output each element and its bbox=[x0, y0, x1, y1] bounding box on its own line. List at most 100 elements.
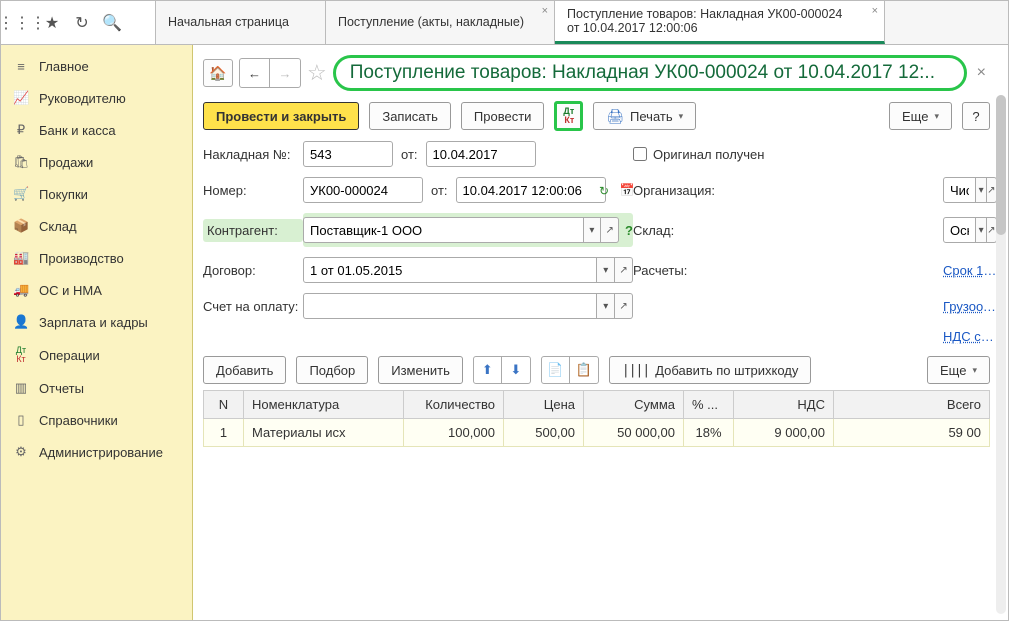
tab-receipts[interactable]: Поступление (акты, накладные) × bbox=[326, 1, 555, 44]
col-qty[interactable]: Количество bbox=[404, 391, 504, 419]
chevron-down-icon[interactable]: ▾ bbox=[976, 177, 986, 203]
add-by-barcode-button[interactable]: ||||Добавить по штрихкоду bbox=[609, 356, 812, 384]
col-item[interactable]: Номенклатура bbox=[244, 391, 404, 419]
dtkt-icon: ДтКт bbox=[13, 346, 29, 364]
consignor-link[interactable]: Грузоотправитель и грузополучате... bbox=[943, 299, 997, 314]
settlements-label: Расчеты: bbox=[633, 263, 853, 278]
chevron-down-icon[interactable]: ▾ bbox=[597, 293, 615, 319]
chevron-down-icon: ▾ bbox=[934, 111, 939, 122]
org-input[interactable] bbox=[943, 177, 976, 203]
content: 🏠 ← → ☆ Поступление товаров: Накладная У… bbox=[193, 45, 1008, 620]
book-icon: ▯ bbox=[13, 412, 29, 428]
sidebar-item-catalogs[interactable]: ▯Справочники bbox=[1, 404, 192, 436]
ruble-icon: ₽ bbox=[13, 122, 29, 138]
sidebar-item-label: Продажи bbox=[39, 155, 93, 170]
refresh-icon[interactable]: ↻ bbox=[599, 184, 609, 198]
forward-button[interactable]: → bbox=[270, 59, 300, 87]
tab-strip: Начальная страница Поступление (акты, на… bbox=[156, 1, 1008, 44]
tab-current[interactable]: Поступление товаров: Накладная УК00-0000… bbox=[555, 1, 885, 44]
number-input[interactable] bbox=[303, 177, 423, 203]
more-button[interactable]: Еще ▾ bbox=[889, 102, 952, 130]
add-button[interactable]: Добавить bbox=[203, 356, 286, 384]
open-icon[interactable]: ↗ bbox=[615, 293, 633, 319]
vat-link[interactable]: НДС сверху bbox=[943, 329, 997, 344]
chevron-down-icon[interactable]: ▾ bbox=[976, 217, 986, 243]
edit-button[interactable]: Изменить bbox=[378, 356, 463, 384]
print-button[interactable]: 🖨 Печать ▾ bbox=[593, 102, 696, 130]
star-icon[interactable]: ★ bbox=[41, 12, 63, 34]
help-button[interactable]: ? bbox=[962, 102, 990, 130]
sidebar-item-label: Операции bbox=[39, 348, 100, 363]
sidebar-item-assets[interactable]: 🚚ОС и НМА bbox=[1, 274, 192, 306]
table-more-button[interactable]: Еще ▾ bbox=[927, 356, 990, 384]
tab-label: Начальная страница bbox=[168, 15, 295, 30]
invoice-no-input[interactable] bbox=[303, 141, 393, 167]
sidebar-item-sales[interactable]: 🛍Продажи bbox=[1, 146, 192, 178]
copy-paste: 📄 📋 bbox=[541, 356, 599, 384]
move-down-button[interactable]: ⬇ bbox=[502, 357, 530, 383]
pick-button[interactable]: Подбор bbox=[296, 356, 368, 384]
col-vat[interactable]: НДС bbox=[734, 391, 834, 419]
history-icon[interactable]: ↻ bbox=[71, 12, 93, 34]
sidebar-item-operations[interactable]: ДтКт Операции bbox=[1, 338, 192, 372]
original-received-checkbox[interactable] bbox=[633, 147, 647, 161]
table-row[interactable]: 1 Материалы исх 100,000 500,00 50 000,00… bbox=[204, 419, 990, 447]
move-up-down: ⬆ ⬇ bbox=[473, 356, 531, 384]
menu-icon: ≡ bbox=[13, 59, 29, 74]
truck-icon: 🚚 bbox=[13, 282, 29, 298]
chevron-down-icon[interactable]: ▾ bbox=[584, 217, 602, 243]
sidebar-item-main[interactable]: ≡Главное bbox=[1, 51, 192, 82]
counterparty-input[interactable] bbox=[303, 217, 584, 243]
warehouse-input[interactable] bbox=[943, 217, 976, 243]
sidebar-item-reports[interactable]: ▥Отчеты bbox=[1, 372, 192, 404]
top-bar: ⋮⋮⋮ ★ ↻ 🔍 Начальная страница Поступление… bbox=[1, 1, 1008, 45]
search-icon[interactable]: 🔍 bbox=[101, 12, 123, 34]
chevron-down-icon[interactable]: ▾ bbox=[597, 257, 615, 283]
help-icon[interactable]: ? bbox=[625, 223, 633, 238]
sidebar: ≡Главное 📈Руководителю ₽ Банк и касса 🛍Пр… bbox=[1, 45, 193, 620]
top-icon-bar: ⋮⋮⋮ ★ ↻ 🔍 bbox=[1, 1, 156, 44]
scrollbar-thumb[interactable] bbox=[996, 95, 1006, 235]
apps-icon[interactable]: ⋮⋮⋮ bbox=[11, 12, 33, 34]
scrollbar[interactable] bbox=[996, 95, 1006, 614]
tab-label-line2: от 10.04.2017 12:00:06 bbox=[567, 21, 854, 35]
sidebar-item-manager[interactable]: 📈Руководителю bbox=[1, 82, 192, 114]
invoice-for-input[interactable] bbox=[303, 293, 597, 319]
close-icon[interactable]: × bbox=[872, 5, 878, 17]
col-n[interactable]: N bbox=[204, 391, 244, 419]
col-sum[interactable]: Сумма bbox=[584, 391, 684, 419]
post-button[interactable]: Провести bbox=[461, 102, 545, 130]
sidebar-item-bank[interactable]: ₽ Банк и касса bbox=[1, 114, 192, 146]
col-price[interactable]: Цена bbox=[504, 391, 584, 419]
move-up-button[interactable]: ⬆ bbox=[474, 357, 502, 383]
back-button[interactable]: ← bbox=[240, 59, 270, 87]
paste-button[interactable]: 📋 bbox=[570, 357, 598, 383]
number-date-input[interactable] bbox=[456, 177, 606, 203]
settlements-link[interactable]: Срок 10.04.2017, 60.01, 60.02, зач... bbox=[943, 263, 997, 278]
contract-input[interactable] bbox=[303, 257, 597, 283]
close-icon[interactable]: × bbox=[973, 64, 990, 82]
tab-label: Поступление (акты, накладные) bbox=[338, 15, 524, 30]
close-icon[interactable]: × bbox=[542, 5, 548, 17]
home-button[interactable]: 🏠 bbox=[203, 59, 233, 87]
dtkt-button[interactable]: ДтКт bbox=[554, 101, 583, 131]
copy-button[interactable]: 📄 bbox=[542, 357, 570, 383]
sidebar-item-admin[interactable]: ⚙Администрирование bbox=[1, 436, 192, 468]
invoice-date-input[interactable] bbox=[426, 141, 536, 167]
post-and-close-button[interactable]: Провести и закрыть bbox=[203, 102, 359, 130]
sidebar-item-purchases[interactable]: 🛒Покупки bbox=[1, 178, 192, 210]
tab-home[interactable]: Начальная страница bbox=[156, 1, 326, 44]
col-total[interactable]: Всего bbox=[834, 391, 990, 419]
chart-icon: 📈 bbox=[13, 90, 29, 106]
sidebar-item-production[interactable]: 🏭Производство bbox=[1, 242, 192, 274]
favorite-star-icon[interactable]: ☆ bbox=[307, 60, 327, 86]
sidebar-item-warehouse[interactable]: 📦Склад bbox=[1, 210, 192, 242]
main-area: ≡Главное 📈Руководителю ₽ Банк и касса 🛍Пр… bbox=[1, 45, 1008, 620]
sidebar-item-label: Банк и касса bbox=[39, 123, 116, 138]
open-icon[interactable]: ↗ bbox=[601, 217, 619, 243]
save-button[interactable]: Записать bbox=[369, 102, 451, 130]
open-icon[interactable]: ↗ bbox=[615, 257, 633, 283]
sidebar-item-hr[interactable]: 👤Зарплата и кадры bbox=[1, 306, 192, 338]
col-pct[interactable]: % ... bbox=[684, 391, 734, 419]
table-action-bar: Добавить Подбор Изменить ⬆ ⬇ 📄 📋 ||||Доб… bbox=[203, 356, 990, 384]
